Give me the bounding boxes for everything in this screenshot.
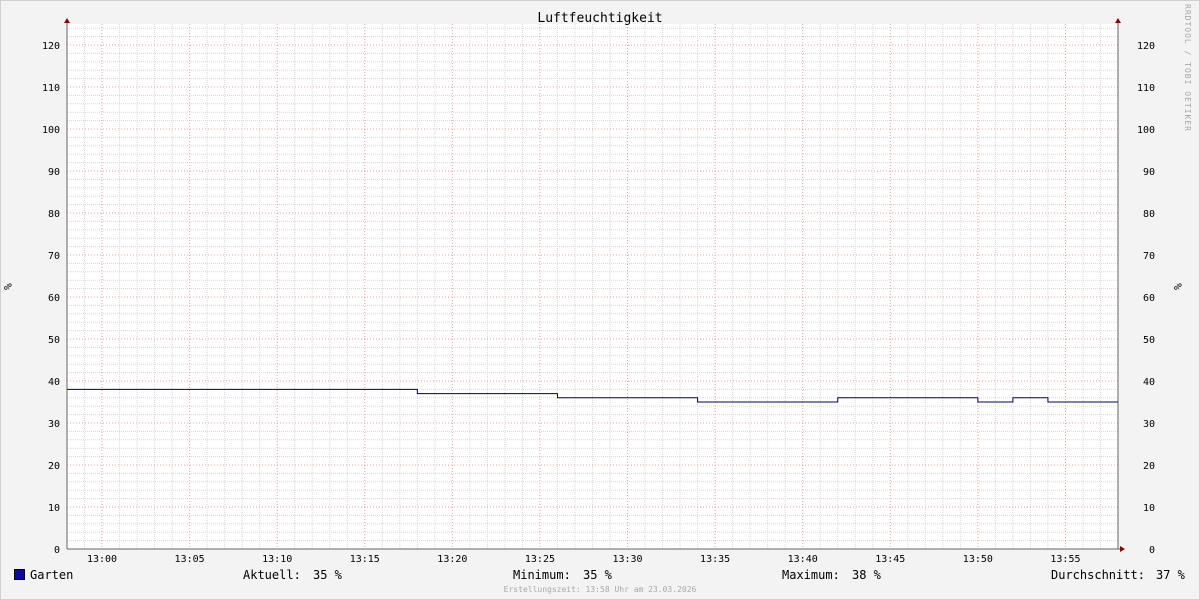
x-tick-label: 13:00: [87, 554, 117, 565]
y-tick-label-left: 0: [54, 545, 60, 556]
legend-minimum-value: 35 %: [583, 568, 612, 582]
x-tick-label: 13:40: [788, 554, 818, 565]
y-tick-label-right: 110: [1137, 83, 1155, 94]
legend-series-name: Garten: [30, 568, 74, 582]
x-tick-label: 13:45: [875, 554, 905, 565]
chart-title: Luftfeuchtigkeit: [537, 11, 663, 26]
y-tick-label-left: 40: [48, 377, 60, 388]
y-tick-label-right: 50: [1143, 335, 1155, 346]
y-tick-label-left: 110: [42, 83, 60, 94]
y-tick-label-left: 10: [48, 503, 60, 514]
footer-timestamp: Erstellungszeit: 13:58 Uhr am 23.03.2026: [503, 585, 697, 594]
y-tick-label-right: 20: [1143, 461, 1155, 472]
y-tick-label-left: 120: [42, 41, 60, 52]
y-tick-label-left: 90: [48, 167, 60, 178]
chart-plot: 0 0 10 10 20 20 30 30 40 40 50 50 60 60 70 70 80 80 90 90 10…: [42, 18, 1155, 565]
y-tick-label-right: 80: [1143, 209, 1155, 220]
y-tick-label-right: 10: [1143, 503, 1155, 514]
y-axis-label-right: %: [1170, 283, 1184, 290]
watermark: RRDTOOL / TOBI OETIKER: [1183, 4, 1192, 132]
y-tick-label-left: 100: [42, 125, 60, 136]
y-tick-label-left: 60: [48, 293, 60, 304]
legend-durchschnitt-label: Durchschnitt:: [1051, 568, 1145, 582]
y-tick-label-left: 70: [48, 251, 60, 262]
y-tick-label-left: 30: [48, 419, 60, 430]
y-tick-label-right: 120: [1137, 41, 1155, 52]
x-tick-label: 13:15: [350, 554, 380, 565]
x-tick-label: 13:55: [1050, 554, 1080, 565]
x-tick-label: 13:30: [612, 554, 642, 565]
legend-swatch-garten: [14, 569, 25, 580]
legend-minimum-label: Minimum:: [513, 568, 571, 582]
x-tick-label: 13:10: [262, 554, 292, 565]
y-tick-label-right: 100: [1137, 125, 1155, 136]
x-tick-label: 13:35: [700, 554, 730, 565]
y-tick-label-right: 90: [1143, 167, 1155, 178]
legend-aktuell-label: Aktuell:: [243, 568, 301, 582]
y-tick-label-left: 80: [48, 209, 60, 220]
x-tick-label: 13:20: [437, 554, 467, 565]
y-tick-label-right: 0: [1149, 545, 1155, 556]
y-tick-label-left: 50: [48, 335, 60, 346]
y-axis-label-left: %: [0, 283, 14, 290]
y-tick-label-right: 40: [1143, 377, 1155, 388]
y-tick-label-right: 30: [1143, 419, 1155, 430]
x-tick-label: 13:25: [525, 554, 555, 565]
legend-maximum-value: 38 %: [852, 568, 881, 582]
x-tick-label: 13:50: [963, 554, 993, 565]
legend-aktuell-value: 35 %: [313, 568, 342, 582]
y-tick-label-left: 20: [48, 461, 60, 472]
y-tick-label-right: 60: [1143, 293, 1155, 304]
x-tick-label: 13:05: [175, 554, 205, 565]
y-tick-label-right: 70: [1143, 251, 1155, 262]
legend-durchschnitt-value: 37 %: [1156, 568, 1185, 582]
legend-maximum-label: Maximum:: [782, 568, 840, 582]
x-axis-arrow: [1120, 546, 1125, 552]
